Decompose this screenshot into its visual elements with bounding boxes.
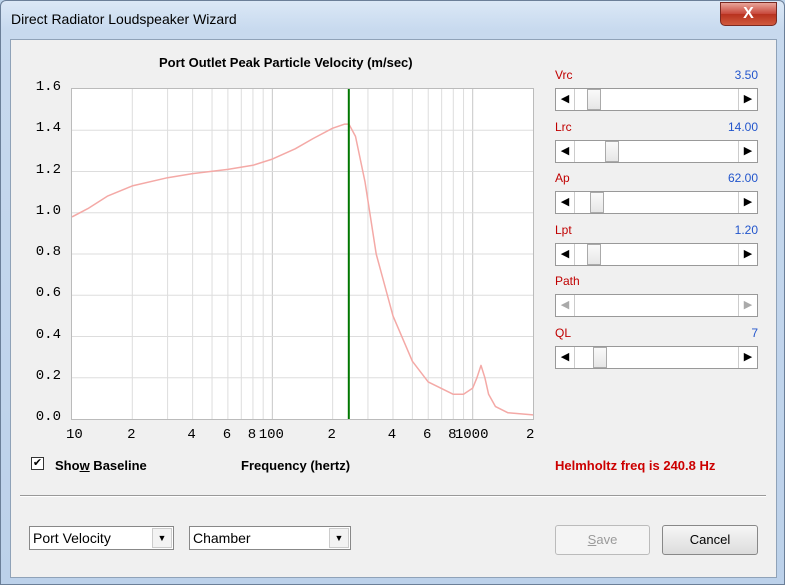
right-arrow-icon[interactable]: ▶ xyxy=(738,295,757,316)
y-tick-label: 1.0 xyxy=(35,202,61,219)
view-select-value: Port Velocity xyxy=(33,530,111,546)
x-tick-label: 2 xyxy=(127,427,136,443)
chevron-down-icon[interactable]: ▼ xyxy=(329,528,349,548)
param-label-path: Path xyxy=(555,274,580,288)
chevron-down-icon[interactable]: ▼ xyxy=(152,528,172,548)
right-arrow-icon[interactable]: ▶ xyxy=(738,140,757,162)
y-tick-label: 1.2 xyxy=(35,161,61,178)
x-tick-label: 8 xyxy=(247,427,257,443)
param-label-lpt: Lpt xyxy=(555,222,572,237)
scrollbar-thumb[interactable] xyxy=(586,243,601,265)
window-title: Direct Radiator Loudspeaker Wizard xyxy=(11,11,237,27)
dialog-window: Direct Radiator Loudspeaker Wizard X Por… xyxy=(0,0,785,585)
y-tick-label: 0.0 xyxy=(35,409,61,425)
location-select-value: Chamber xyxy=(193,530,251,546)
param-value-ql: 7 xyxy=(751,325,758,340)
left-arrow-icon[interactable]: ◀ xyxy=(556,295,575,316)
scrollbar-thumb[interactable] xyxy=(589,192,604,213)
left-arrow-icon[interactable]: ◀ xyxy=(556,89,575,110)
param-scrollbar-path[interactable]: ◀ ▶ xyxy=(555,294,758,317)
close-button[interactable]: X xyxy=(720,2,777,26)
left-arrow-icon[interactable]: ◀ xyxy=(556,192,575,213)
helmholtz-frequency-text: Helmholtz freq is 240.8 Hz xyxy=(555,458,716,473)
location-select[interactable]: Chamber ▼ xyxy=(189,526,351,550)
left-arrow-icon[interactable]: ◀ xyxy=(556,140,575,162)
chart-svg xyxy=(71,89,534,419)
save-button[interactable]: Save xyxy=(555,525,650,555)
param-value-lrc: 14.00 xyxy=(727,119,758,134)
param-scrollbar-lrc[interactable]: ◀ ▶ xyxy=(555,139,758,163)
y-tick-label: 0.8 xyxy=(35,244,61,260)
x-tick-label: 4 xyxy=(187,427,196,443)
x-tick-label: 1000 xyxy=(454,427,489,443)
x-tick-label: 6 xyxy=(222,427,232,443)
scrollbar-thumb[interactable] xyxy=(586,89,601,110)
right-arrow-icon[interactable]: ▶ xyxy=(738,192,757,213)
y-tick-label: 1.4 xyxy=(35,120,61,137)
param-value-ap: 62.00 xyxy=(727,171,758,185)
x-tick-label: 4 xyxy=(387,427,397,443)
param-scrollbar-lpt[interactable]: ◀ ▶ xyxy=(555,242,758,266)
param-value-vrc: 3.50 xyxy=(734,68,758,82)
right-arrow-icon[interactable]: ▶ xyxy=(738,243,757,265)
y-tick-label: 0.4 xyxy=(35,326,61,343)
param-scrollbar-ql[interactable]: ◀ ▶ xyxy=(555,345,758,369)
param-label-vrc: Vrc xyxy=(555,68,573,82)
param-label-lrc: Lrc xyxy=(555,119,572,134)
left-arrow-icon[interactable]: ◀ xyxy=(556,346,575,368)
scrollbar-thumb[interactable] xyxy=(604,140,619,162)
right-arrow-icon[interactable]: ▶ xyxy=(738,346,757,368)
scrollbar-thumb[interactable] xyxy=(592,346,607,368)
view-select[interactable]: Port Velocity ▼ xyxy=(29,526,174,550)
x-tick-label: 10 xyxy=(66,427,83,443)
show-baseline-checkbox[interactable]: ✔ xyxy=(31,457,44,470)
x-tick-label: 6 xyxy=(423,427,432,443)
y-tick-label: 0.6 xyxy=(35,285,61,302)
param-value-lpt: 1.20 xyxy=(734,222,758,237)
separator xyxy=(20,495,766,497)
param-label-ql: QL xyxy=(555,325,572,340)
x-axis-label: Frequency (hertz) xyxy=(241,458,351,473)
dialog-client-area: Port Outlet Peak Particle Velocity (m/se… xyxy=(10,39,777,578)
param-label-ap: Ap xyxy=(555,171,570,185)
chart-title: Port Outlet Peak Particle Velocity (m/se… xyxy=(159,55,413,70)
x-tick-label: 100 xyxy=(258,427,284,443)
x-tick-label: 2 xyxy=(526,427,535,443)
y-tick-label: 1.6 xyxy=(35,79,61,95)
left-arrow-icon[interactable]: ◀ xyxy=(556,243,575,265)
cancel-button[interactable]: Cancel xyxy=(662,525,758,555)
right-arrow-icon[interactable]: ▶ xyxy=(738,89,757,110)
y-tick-label: 0.2 xyxy=(35,367,61,384)
param-scrollbar-vrc[interactable]: ◀ ▶ xyxy=(555,88,758,111)
param-scrollbar-ap[interactable]: ◀ ▶ xyxy=(555,191,758,214)
x-tick-label: 2 xyxy=(327,427,336,443)
plot-area xyxy=(71,88,534,420)
show-baseline-label[interactable]: Show Baseline xyxy=(55,458,147,473)
